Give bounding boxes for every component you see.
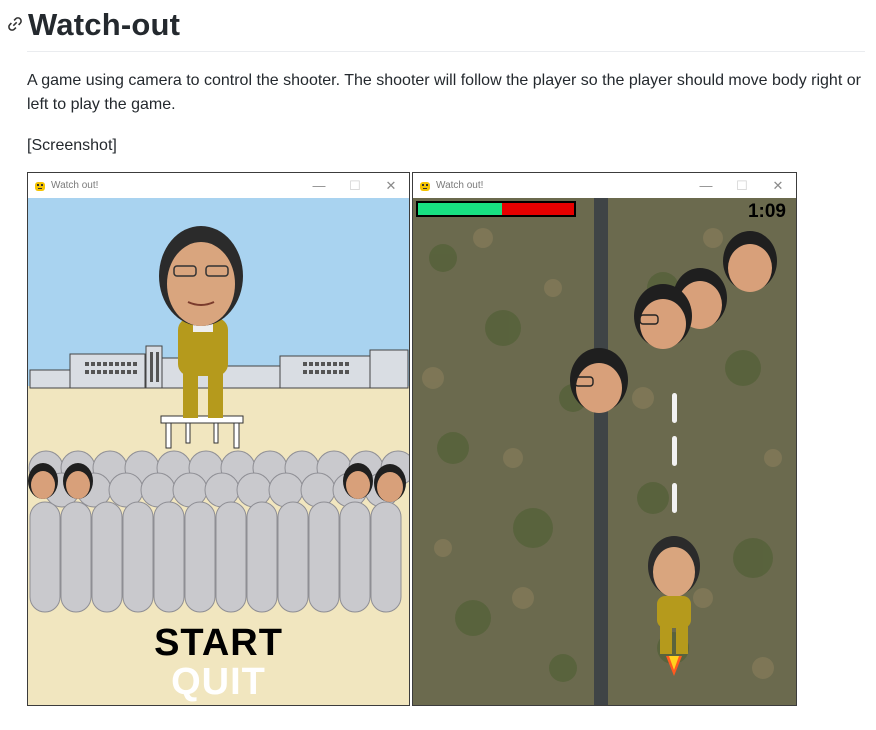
game-window: Watch out! — ☐ ✕ 1:09 bbox=[412, 172, 797, 706]
window-titlebar[interactable]: Watch out! — ☐ ✕ bbox=[28, 173, 409, 198]
maximize-icon: ☐ bbox=[736, 177, 748, 193]
maximize-icon: ☐ bbox=[349, 177, 361, 193]
heading-divider bbox=[27, 51, 865, 52]
pygame-snake-icon bbox=[419, 180, 431, 192]
window-title: Watch out! bbox=[436, 180, 484, 191]
quit-button[interactable]: QUIT bbox=[28, 661, 409, 704]
close-icon[interactable]: ✕ bbox=[373, 173, 409, 198]
page-title: Watch-out bbox=[28, 7, 181, 42]
close-icon[interactable]: ✕ bbox=[760, 173, 796, 198]
window-title: Watch out! bbox=[51, 180, 99, 191]
window-titlebar[interactable]: Watch out! — ☐ ✕ bbox=[413, 173, 796, 198]
game-scene-art bbox=[413, 198, 796, 705]
screenshot-label: [Screenshot] bbox=[27, 137, 117, 154]
readme-heading: Watch-out bbox=[6, 2, 180, 48]
description-text: A game using camera to control the shoot… bbox=[27, 72, 861, 113]
timer-display: 1:09 bbox=[747, 201, 786, 222]
start-button[interactable]: START bbox=[28, 622, 409, 665]
minimize-icon[interactable]: — bbox=[301, 173, 337, 198]
menu-scene: START QUIT bbox=[28, 198, 409, 705]
link-icon[interactable] bbox=[6, 15, 26, 35]
pygame-snake-icon bbox=[34, 180, 46, 192]
menu-window: Watch out! — ☐ ✕ START QUIT bbox=[27, 172, 410, 706]
game-scene: 1:09 bbox=[413, 198, 796, 705]
minimize-icon[interactable]: — bbox=[688, 173, 724, 198]
